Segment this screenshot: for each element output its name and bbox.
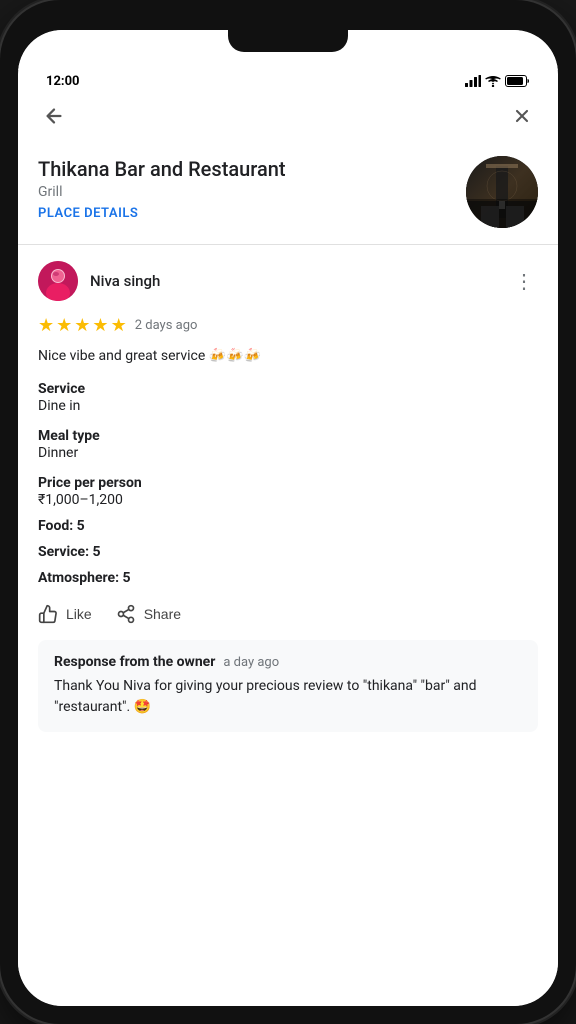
star-4: ★	[92, 315, 108, 336]
owner-response-time: a day ago	[223, 655, 279, 670]
share-label: Share	[144, 606, 181, 622]
restaurant-header: Thikana Bar and Restaurant Grill PLACE D…	[18, 140, 558, 244]
avatar	[38, 261, 78, 301]
price-value: ₹1,000–1,200	[38, 492, 538, 508]
restaurant-photo	[466, 156, 538, 228]
service-rating-label: Service:	[38, 544, 89, 560]
review-time: 2 days ago	[135, 318, 198, 333]
food-rating-row: Food: 5	[38, 518, 538, 534]
place-details-link[interactable]: PLACE DETAILS	[38, 206, 454, 221]
screen-content: Thikana Bar and Restaurant Grill PLACE D…	[18, 92, 558, 1006]
back-button[interactable]	[38, 100, 70, 132]
reviewer-row: Niva singh ⋮	[38, 261, 538, 301]
share-button[interactable]: Share	[116, 604, 181, 624]
battery-icon	[505, 75, 530, 87]
nav-bar	[18, 92, 558, 140]
avatar-svg	[38, 261, 78, 301]
service-rating-row: Service: 5	[38, 544, 538, 560]
wifi-icon	[485, 75, 501, 87]
price-detail: Price per person ₹1,000–1,200	[38, 475, 538, 508]
status-time: 12:00	[46, 74, 80, 89]
star-rating: ★ ★ ★ ★ ★	[38, 315, 127, 336]
reviewer-info: Niva singh	[38, 261, 160, 301]
meal-type-detail: Meal type Dinner	[38, 428, 538, 461]
like-label: Like	[66, 606, 92, 622]
star-3: ★	[74, 315, 90, 336]
notch-area	[18, 30, 558, 70]
service-rating-value: 5	[93, 544, 101, 560]
phone-screen: 12:00	[18, 30, 558, 1006]
service-detail: Service Dine in	[38, 381, 538, 414]
status-bar: 12:00	[18, 70, 558, 92]
signal-icon	[465, 75, 481, 87]
star-2: ★	[56, 315, 72, 336]
avatar-image	[38, 261, 78, 301]
review-text: Nice vibe and great service 🍻🍻🍻	[38, 346, 538, 367]
atmosphere-rating-value: 5	[123, 570, 131, 586]
notch	[228, 30, 348, 52]
action-row: Like Share	[38, 604, 538, 624]
restaurant-type: Grill	[38, 184, 454, 200]
star-5: ★	[111, 315, 127, 336]
meal-type-label: Meal type	[38, 428, 538, 444]
food-rating-label: Food:	[38, 518, 73, 534]
restaurant-image-bg	[466, 156, 538, 228]
owner-response-text: Thank You Niva for giving your precious …	[54, 676, 522, 718]
restaurant-image	[466, 156, 538, 228]
restaurant-info: Thikana Bar and Restaurant Grill PLACE D…	[38, 156, 454, 221]
like-icon	[38, 604, 58, 624]
owner-response: Response from the owner a day ago Thank …	[38, 640, 538, 732]
review-section: Niva singh ⋮ ★ ★ ★ ★ ★ 2 days ago Nice v…	[18, 245, 558, 748]
restaurant-name: Thikana Bar and Restaurant	[38, 156, 454, 182]
star-1: ★	[38, 315, 54, 336]
close-button[interactable]	[506, 100, 538, 132]
reviewer-name: Niva singh	[90, 272, 160, 290]
phone-frame: 12:00	[0, 0, 576, 1024]
more-options-button[interactable]: ⋮	[510, 265, 538, 297]
atmosphere-rating-label: Atmosphere:	[38, 570, 119, 586]
service-label: Service	[38, 381, 538, 397]
owner-response-header: Response from the owner a day ago	[54, 654, 522, 670]
price-label: Price per person	[38, 475, 538, 491]
share-icon	[116, 604, 136, 624]
atmosphere-rating-row: Atmosphere: 5	[38, 570, 538, 586]
rating-row: ★ ★ ★ ★ ★ 2 days ago	[38, 315, 538, 336]
service-value: Dine in	[38, 398, 538, 414]
like-button[interactable]: Like	[38, 604, 92, 624]
meal-type-value: Dinner	[38, 445, 538, 461]
status-icons	[465, 75, 530, 87]
food-rating-value: 5	[77, 518, 85, 534]
owner-response-title: Response from the owner	[54, 654, 215, 670]
